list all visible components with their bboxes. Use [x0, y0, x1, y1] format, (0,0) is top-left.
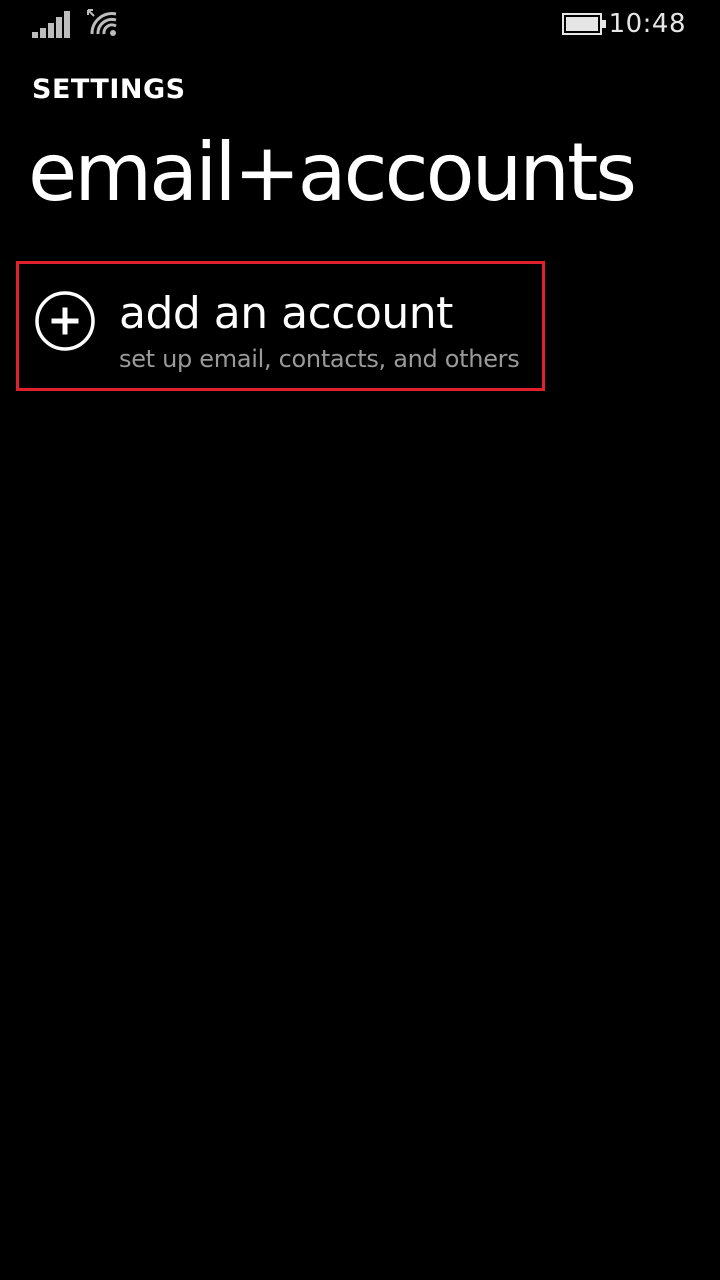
add-account-title: add an account [119, 288, 453, 339]
add-circle-icon [35, 291, 95, 351]
add-account-subtitle: set up email, contacts, and others [119, 345, 520, 373]
status-bar: 10:48 [0, 0, 720, 48]
add-account-item[interactable]: add an account set up email, contacts, a… [16, 261, 545, 391]
page-title: email+accounts [28, 126, 637, 219]
status-time: 10:48 [608, 9, 686, 39]
battery-icon [562, 13, 606, 35]
wifi-icon [87, 9, 117, 36]
settings-screen: 10:48 SETTINGS email+accounts add an acc… [0, 0, 720, 1280]
app-label: SETTINGS [32, 74, 186, 105]
signal-strength-icon [32, 11, 70, 38]
